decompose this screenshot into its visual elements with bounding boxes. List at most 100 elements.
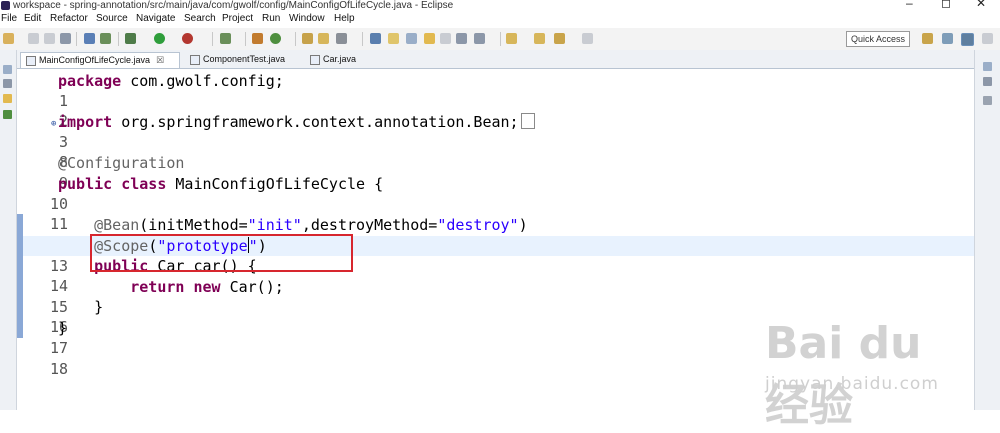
menu-search[interactable]: Search bbox=[184, 12, 216, 26]
search-icon[interactable] bbox=[336, 33, 347, 44]
terminal-icon[interactable] bbox=[84, 33, 95, 44]
title-bar: workspace - spring-annotation/src/main/j… bbox=[0, 0, 1000, 12]
window-title: workspace - spring-annotation/src/main/j… bbox=[13, 0, 454, 11]
block-selection-icon[interactable] bbox=[424, 33, 435, 44]
restore-icon[interactable] bbox=[983, 62, 992, 71]
forward-icon[interactable] bbox=[582, 33, 593, 44]
tab-car[interactable]: Car.java bbox=[305, 52, 375, 67]
right-trim-stack bbox=[974, 50, 1000, 410]
java-ee-perspective-icon[interactable] bbox=[942, 33, 953, 44]
code-token: } bbox=[58, 298, 104, 316]
pilcrow-icon[interactable] bbox=[474, 33, 485, 44]
last-edit-location-icon[interactable] bbox=[534, 33, 545, 44]
annotation-icon[interactable] bbox=[370, 33, 381, 44]
maximize-view-icon[interactable] bbox=[983, 77, 992, 86]
menu-help[interactable]: Help bbox=[334, 12, 355, 26]
run-icon[interactable] bbox=[154, 33, 165, 44]
code-line: 15 return new Car(); bbox=[50, 278, 284, 316]
code-line: 17} bbox=[50, 319, 69, 357]
code-line: 1 package com.gwolf.config; bbox=[58, 72, 284, 110]
new-package-icon[interactable] bbox=[252, 33, 263, 44]
open-perspective-icon[interactable] bbox=[922, 33, 933, 44]
code-token: "init" bbox=[247, 216, 302, 234]
new-icon[interactable] bbox=[3, 33, 14, 44]
save-icon[interactable] bbox=[28, 33, 39, 44]
code-token: com.gwolf.config; bbox=[121, 72, 284, 90]
code-token: } bbox=[58, 319, 68, 337]
menu-navigate[interactable]: Navigate bbox=[136, 12, 175, 26]
next-annotation-icon[interactable] bbox=[506, 33, 517, 44]
highlight-box bbox=[90, 234, 353, 272]
menu-source[interactable]: Source bbox=[96, 12, 128, 26]
menu-run[interactable]: Run bbox=[262, 12, 280, 26]
menu-file[interactable]: File bbox=[1, 12, 17, 26]
editor-tab-bar: MainConfigOfLifeCycle.java ☒ ComponentTes… bbox=[17, 50, 974, 69]
code-line: 3 ⊕ import org.springframework.context.ann… bbox=[23, 112, 974, 151]
quick-access-input[interactable]: Quick Access bbox=[846, 31, 910, 47]
open-type-icon[interactable] bbox=[302, 33, 313, 44]
menu-refactor[interactable]: Refactor bbox=[50, 12, 88, 26]
tab-componenttest[interactable]: ComponentTest.java bbox=[185, 52, 295, 67]
show-whitespace-icon[interactable] bbox=[440, 33, 451, 44]
code-token: ) bbox=[518, 216, 528, 234]
package-explorer-icon[interactable] bbox=[3, 94, 12, 103]
mark-occurrences-icon[interactable] bbox=[388, 33, 399, 44]
code-token: import bbox=[58, 113, 113, 131]
code-token: Car(); bbox=[220, 278, 284, 296]
external-tools-icon[interactable] bbox=[182, 33, 193, 44]
code-token: class bbox=[121, 175, 167, 193]
debug-icon[interactable] bbox=[125, 33, 136, 44]
code-token: new bbox=[193, 278, 221, 296]
menu-bar: File Edit Refactor Source Navigate Searc… bbox=[0, 12, 1000, 26]
code-token: @Bean bbox=[94, 216, 140, 234]
code-line: 11 bbox=[50, 215, 69, 233]
code-line: 2 bbox=[59, 112, 69, 130]
code-token: return bbox=[130, 278, 185, 296]
menu-edit[interactable]: Edit bbox=[24, 12, 41, 26]
tab-mainconfigoflifecycle[interactable]: MainConfigOfLifeCycle.java ☒ bbox=[20, 52, 180, 68]
save-all-icon[interactable] bbox=[44, 33, 55, 44]
maximize-view-icon[interactable] bbox=[3, 79, 12, 88]
java-file-icon bbox=[190, 54, 200, 65]
close-button[interactable]: ✕ bbox=[976, 0, 986, 9]
code-line: 8 bbox=[59, 153, 69, 171]
code-line: 12 @Bean(initMethod="init",destroyMethod… bbox=[23, 215, 974, 254]
debug-perspective-icon[interactable] bbox=[982, 33, 993, 44]
code-token: @Configuration bbox=[58, 154, 185, 172]
java-file-icon bbox=[310, 54, 320, 65]
back-icon[interactable] bbox=[554, 33, 565, 44]
folded-imports-icon[interactable] bbox=[520, 113, 535, 129]
java-perspective-icon[interactable] bbox=[961, 33, 974, 46]
menu-project[interactable]: Project bbox=[222, 12, 253, 26]
word-wrap-icon[interactable] bbox=[406, 33, 417, 44]
close-tab-icon[interactable]: ☒ bbox=[156, 55, 164, 65]
left-trim-stack bbox=[0, 50, 17, 410]
print-icon[interactable] bbox=[60, 33, 71, 44]
code-token: public bbox=[58, 175, 113, 193]
new-java-project-icon[interactable] bbox=[220, 33, 231, 44]
restore-icon[interactable] bbox=[3, 65, 12, 74]
maximize-button[interactable]: ◻ bbox=[941, 0, 951, 9]
outline-icon[interactable] bbox=[983, 96, 992, 105]
java-file-icon bbox=[26, 55, 36, 66]
code-token: package bbox=[58, 72, 122, 90]
code-line: 10 public class MainConfigOfLifeCycle { bbox=[50, 175, 384, 213]
fold-expand-icon[interactable]: ⊕ bbox=[51, 114, 56, 134]
open-task-icon[interactable] bbox=[318, 33, 329, 44]
toggle-breadcrumb-icon[interactable] bbox=[456, 33, 467, 44]
menu-window[interactable]: Window bbox=[289, 12, 325, 26]
minimize-button[interactable]: – bbox=[906, 0, 913, 9]
junit-icon[interactable] bbox=[3, 110, 12, 119]
new-class-icon[interactable] bbox=[270, 33, 281, 44]
open-console-icon[interactable] bbox=[100, 33, 111, 44]
code-line: 9 @Configuration bbox=[58, 154, 185, 192]
eclipse-icon bbox=[1, 1, 10, 10]
code-line: 18 bbox=[50, 360, 69, 378]
code-line: 16 } bbox=[50, 298, 104, 336]
code-token: MainConfigOfLifeCycle { bbox=[166, 175, 384, 193]
code-token: org.springframework.context.annotation.B… bbox=[112, 113, 519, 131]
